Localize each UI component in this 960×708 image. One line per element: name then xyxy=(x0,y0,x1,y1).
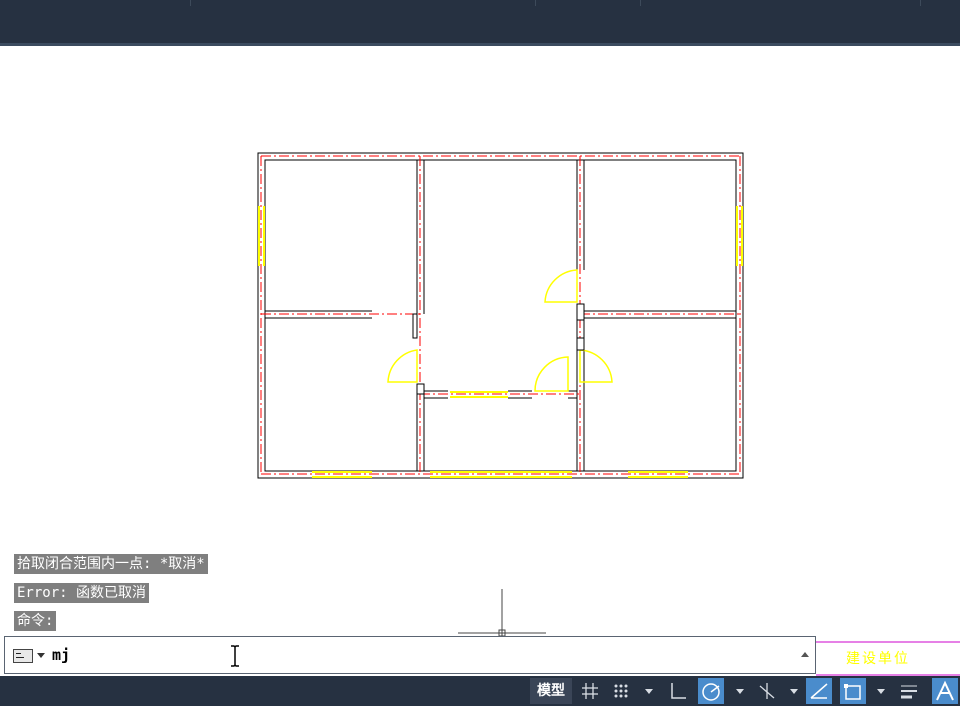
chevron-up-icon[interactable] xyxy=(801,652,809,657)
ribbon-panel[interactable] xyxy=(535,0,641,6)
command-line-icon[interactable] xyxy=(13,649,33,663)
snap-dots-icon[interactable] xyxy=(608,678,634,704)
command-input[interactable]: mj xyxy=(52,646,70,664)
drawing-canvas[interactable]: 建设单位 xyxy=(0,46,960,676)
ribbon-panel[interactable] xyxy=(0,0,191,6)
chevron-down-icon[interactable] xyxy=(736,689,744,694)
command-line[interactable]: mj xyxy=(4,636,816,674)
chevron-down-icon[interactable] xyxy=(37,653,45,658)
polar-tracking-icon[interactable] xyxy=(698,678,724,704)
model-tab[interactable]: 模型 xyxy=(530,678,572,704)
chevron-down-icon[interactable] xyxy=(790,689,798,694)
grid-icon[interactable] xyxy=(577,678,603,704)
ortho-icon[interactable] xyxy=(665,678,691,704)
ribbon-panel[interactable] xyxy=(640,0,921,6)
annotation-icon[interactable] xyxy=(932,678,958,704)
axis-lines xyxy=(260,155,741,475)
object-snap-tracking-icon[interactable] xyxy=(806,678,832,704)
lineweight-icon[interactable] xyxy=(896,678,922,704)
chevron-down-icon[interactable] xyxy=(877,689,885,694)
text-cursor-icon xyxy=(231,645,239,667)
ribbon-panel[interactable] xyxy=(190,0,536,6)
command-history-line: 命令: xyxy=(14,611,57,631)
outer-wall-outline xyxy=(257,152,744,479)
crosshair-cursor xyxy=(458,589,546,637)
floor-plan-drawing[interactable] xyxy=(0,46,960,676)
object-snap-icon[interactable] xyxy=(840,678,866,704)
command-history-line: Error: 函数已取消 xyxy=(14,583,150,603)
title-block-label: 建设单位 xyxy=(846,651,910,667)
isodraft-icon[interactable] xyxy=(754,678,780,704)
doors xyxy=(387,269,613,392)
status-bar: 模型 xyxy=(0,676,960,706)
ribbon-bar xyxy=(0,0,960,46)
chevron-down-icon[interactable] xyxy=(645,689,653,694)
windows xyxy=(258,206,743,478)
command-history-line: 拾取闭合范围内一点: *取消* xyxy=(14,554,208,574)
outer-wall-inner xyxy=(264,159,737,472)
